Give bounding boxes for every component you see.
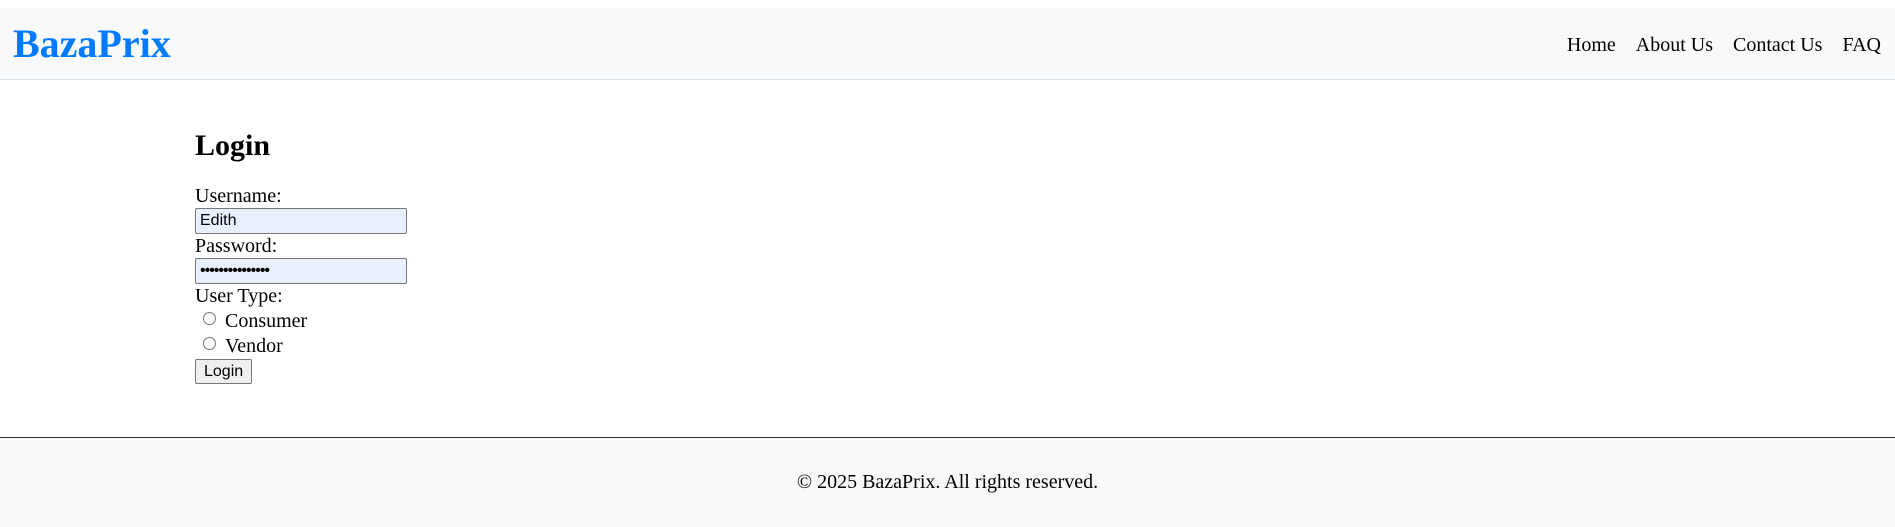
password-input[interactable] — [195, 258, 407, 284]
site-header: BazaPrix Home About Us Contact Us FAQ — [0, 8, 1895, 80]
nav-home-link[interactable]: Home — [1567, 34, 1616, 57]
nav-about-link[interactable]: About Us — [1636, 34, 1713, 57]
vendor-option: Vendor — [195, 333, 407, 358]
brand-logo[interactable]: BazaPrix — [13, 22, 171, 66]
username-input[interactable] — [195, 208, 407, 234]
password-label: Password: — [195, 235, 278, 257]
user-type-label: User Type: — [195, 285, 283, 307]
site-footer: © 2025 BazaPrix. All rights reserved. — [0, 437, 1895, 527]
login-form: Username: Password: User Type: Consumer … — [195, 184, 407, 384]
nav-faq-link[interactable]: FAQ — [1842, 34, 1881, 57]
main-nav: Home About Us Contact Us FAQ — [1547, 34, 1881, 57]
vendor-label: Vendor — [225, 334, 283, 357]
copyright-text: © 2025 BazaPrix. All rights reserved. — [796, 471, 1099, 493]
login-section: Login Username: Password: User Type: Con… — [195, 128, 407, 384]
login-button[interactable]: Login — [195, 359, 253, 384]
username-label: Username: — [195, 185, 282, 207]
nav-contact-link[interactable]: Contact Us — [1733, 34, 1822, 57]
consumer-option: Consumer — [195, 308, 407, 333]
consumer-label: Consumer — [225, 309, 308, 332]
vendor-radio[interactable] — [203, 337, 216, 350]
page-title: Login — [195, 129, 271, 162]
consumer-radio[interactable] — [203, 312, 216, 325]
